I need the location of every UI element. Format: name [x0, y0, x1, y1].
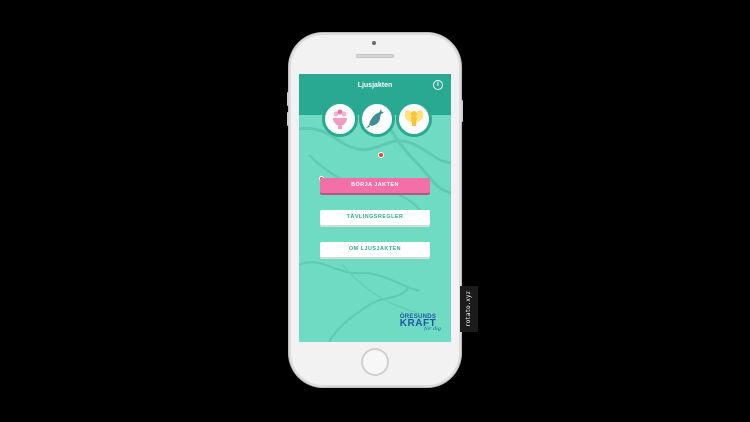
map-marker[interactable] — [378, 152, 384, 158]
home-button[interactable] — [361, 348, 389, 376]
start-hunt-button[interactable]: BÖRJA JAKTEN — [320, 178, 430, 193]
volume-button — [287, 112, 289, 126]
speaker-grille — [356, 54, 394, 58]
badge-fairy[interactable] — [396, 101, 432, 137]
flower-bowl-icon — [333, 109, 347, 129]
competition-rules-button[interactable]: TÄVLINGSREGLER — [320, 210, 430, 225]
info-icon[interactable]: i — [433, 80, 443, 90]
power-button — [461, 100, 463, 122]
app-header: Ljusjakten i — [299, 74, 451, 97]
dolphin-icon — [366, 109, 384, 128]
volume-button — [287, 92, 289, 106]
brand-logo: ÖRESUNDS KRAFT för dig — [395, 314, 441, 332]
fairy-icon — [404, 110, 424, 126]
about-button[interactable]: OM LJUSJAKTEN — [320, 242, 430, 257]
badge-flower-bowl[interactable] — [322, 101, 358, 137]
watermark: rotato.xyz — [460, 286, 478, 332]
map-background[interactable] — [299, 114, 451, 342]
page-title: Ljusjakten — [357, 82, 393, 89]
app-screen: Ljusjakten i BÖRJA JAKTEN TÄVLINGSREGLER — [299, 74, 451, 342]
front-camera — [372, 41, 376, 45]
badge-dolphin[interactable] — [359, 101, 395, 137]
